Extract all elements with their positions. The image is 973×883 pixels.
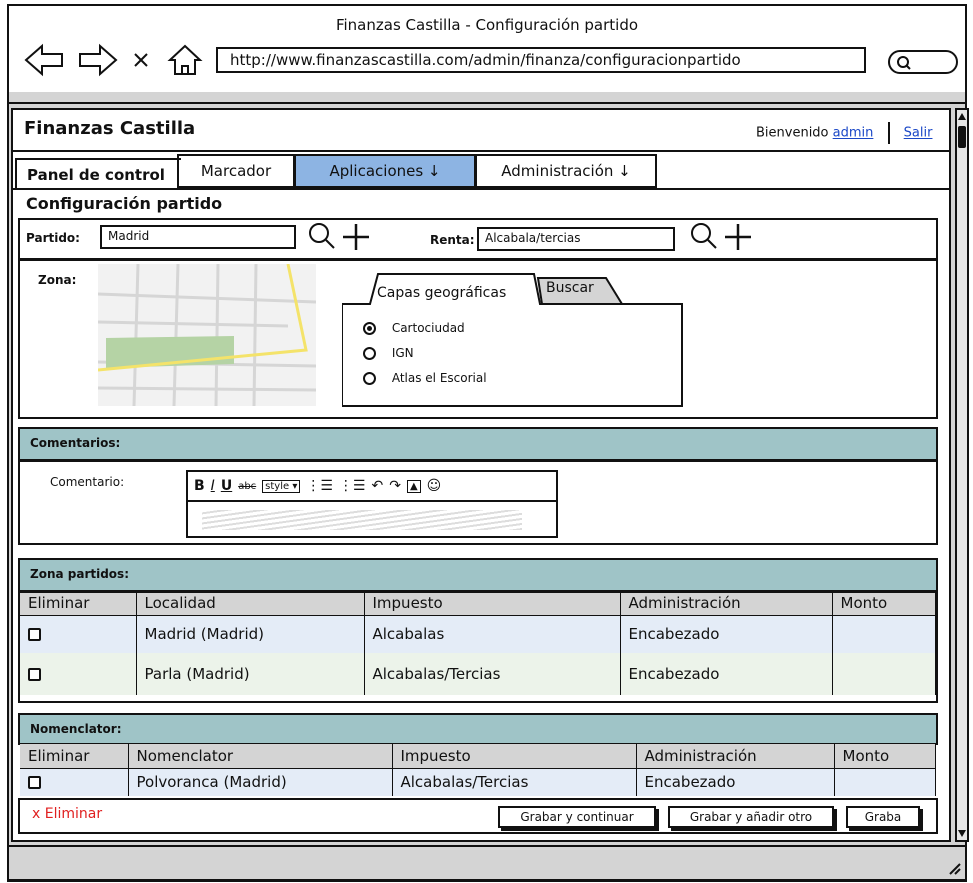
col-eliminar: Eliminar	[20, 744, 129, 769]
italic-icon[interactable]: I	[211, 478, 215, 494]
tab-panel-de-control[interactable]: Panel de control	[15, 158, 181, 188]
welcome-text: Bienvenido	[756, 125, 829, 141]
style-select[interactable]: style ▾	[262, 479, 301, 493]
logout-link[interactable]: Salir	[904, 126, 933, 141]
save-continue-button[interactable]: Grabar y continuar	[498, 806, 656, 828]
add-icon[interactable]	[343, 224, 369, 250]
zona-partidos-frame	[18, 591, 938, 703]
zona-label: Zona:	[38, 273, 77, 287]
layer-option-cartociudad[interactable]: Cartociudad	[363, 321, 465, 335]
renta-label: Renta:	[430, 233, 475, 247]
search-icon[interactable]	[691, 223, 717, 249]
add-icon[interactable]	[725, 224, 751, 250]
radio-unselected[interactable]	[363, 372, 376, 385]
renta-actions	[691, 223, 751, 250]
monto-cell	[834, 768, 936, 796]
col-nomenclator: Nomenclator	[128, 744, 393, 769]
user-greeting: Bienvenido admin Salir	[756, 122, 932, 144]
image-icon[interactable]: ▲	[406, 479, 421, 493]
table-header: Eliminar Nomenclator Impuesto Administra…	[20, 744, 936, 769]
bold-icon[interactable]: B	[194, 478, 205, 494]
administracion-cell: Encabezado	[636, 768, 835, 796]
window-title: Finanzas Castilla - Configuración partid…	[335, 16, 639, 34]
renta-field[interactable]: Alcabala/tercias	[477, 227, 675, 251]
layer-label: Cartociudad	[391, 321, 465, 335]
emoji-icon[interactable]: ☺	[427, 478, 442, 494]
comment-editor[interactable]: B I U abc style ▾ ⋮☰ ⋮☰ ↶ ↷ ▲ ☺	[186, 470, 558, 538]
layer-option-atlas[interactable]: Atlas el Escorial	[363, 371, 487, 385]
comment-text-area[interactable]	[202, 510, 522, 530]
tab-buscar[interactable]: Buscar	[546, 280, 594, 296]
zona-partidos-header: Zona partidos:	[18, 558, 938, 592]
scroll-down-icon[interactable]	[957, 826, 967, 840]
nomenclator-cell: Polvoranca (Madrid)	[128, 768, 393, 796]
delete-link[interactable]: x Eliminar	[32, 806, 102, 822]
partido-label: Partido:	[26, 231, 80, 245]
page-title: Configuración partido	[26, 194, 223, 213]
radio-unselected[interactable]	[363, 347, 376, 360]
scroll-up-icon[interactable]	[957, 110, 967, 124]
layer-option-ign[interactable]: IGN	[363, 346, 414, 360]
numbered-list-icon[interactable]: ⋮☰	[339, 478, 366, 494]
browser-nav-icons	[24, 43, 203, 77]
tab-administracion[interactable]: Administración ↓	[475, 154, 657, 188]
resize-grip-icon[interactable]	[947, 861, 961, 875]
partido-field[interactable]: Madrid	[100, 225, 296, 249]
radio-selected[interactable]	[363, 322, 376, 335]
table-row: Polvoranca (Madrid) Alcabalas/Tercias En…	[20, 768, 936, 796]
vertical-scrollbar[interactable]	[955, 108, 969, 842]
save-add-button[interactable]: Grabar y añadir otro	[668, 806, 834, 828]
app-title: Finanzas Castilla	[24, 118, 196, 139]
impuesto-cell: Alcabalas/Tercias	[392, 768, 637, 796]
tab-marcador[interactable]: Marcador	[177, 154, 295, 188]
style-select-value: style	[265, 480, 290, 492]
editor-toolbar: B I U abc style ▾ ⋮☰ ⋮☰ ↶ ↷ ▲ ☺	[188, 472, 556, 502]
home-icon[interactable]	[167, 44, 203, 75]
partido-actions	[309, 223, 369, 250]
delete-checkbox[interactable]	[28, 776, 41, 790]
col-monto: Monto	[834, 744, 936, 769]
undo-icon[interactable]: ↶	[371, 478, 383, 494]
arrow-right-icon[interactable]	[79, 43, 118, 77]
search-icon[interactable]	[309, 223, 335, 249]
col-administracion: Administración	[636, 744, 835, 769]
nomenclator-table: Eliminar Nomenclator Impuesto Administra…	[20, 744, 936, 796]
redo-icon[interactable]: ↷	[389, 478, 401, 494]
strikethrough-icon[interactable]: abc	[238, 481, 256, 492]
map-thumbnail[interactable]	[98, 264, 316, 406]
nomenclator-header: Nomenclator:	[18, 713, 938, 745]
comentario-label: Comentario:	[50, 475, 125, 489]
bullet-list-icon[interactable]: ⋮☰	[306, 478, 333, 494]
save-button[interactable]: Graba	[846, 806, 920, 828]
arrow-left-icon[interactable]	[24, 43, 63, 77]
tab-capas-geograficas[interactable]: Capas geográficas	[377, 285, 506, 301]
close-icon[interactable]	[134, 53, 148, 67]
scrollbar-thumb[interactable]	[958, 126, 966, 148]
status-bar	[7, 845, 967, 881]
divider	[887, 122, 890, 144]
user-link[interactable]: admin	[833, 126, 874, 141]
layer-label: Atlas el Escorial	[391, 371, 487, 385]
col-impuesto: Impuesto	[392, 744, 637, 769]
browser-search-field[interactable]	[888, 50, 958, 74]
tab-aplicaciones[interactable]: Aplicaciones ↓	[294, 154, 476, 188]
search-icon	[897, 56, 911, 70]
url-field[interactable]: http://www.finanzascastilla.com/admin/fi…	[216, 47, 866, 73]
delete-cell	[20, 768, 129, 796]
layer-label: IGN	[391, 346, 414, 360]
underline-icon[interactable]: U	[221, 478, 232, 494]
comentarios-header: Comentarios:	[18, 427, 938, 461]
